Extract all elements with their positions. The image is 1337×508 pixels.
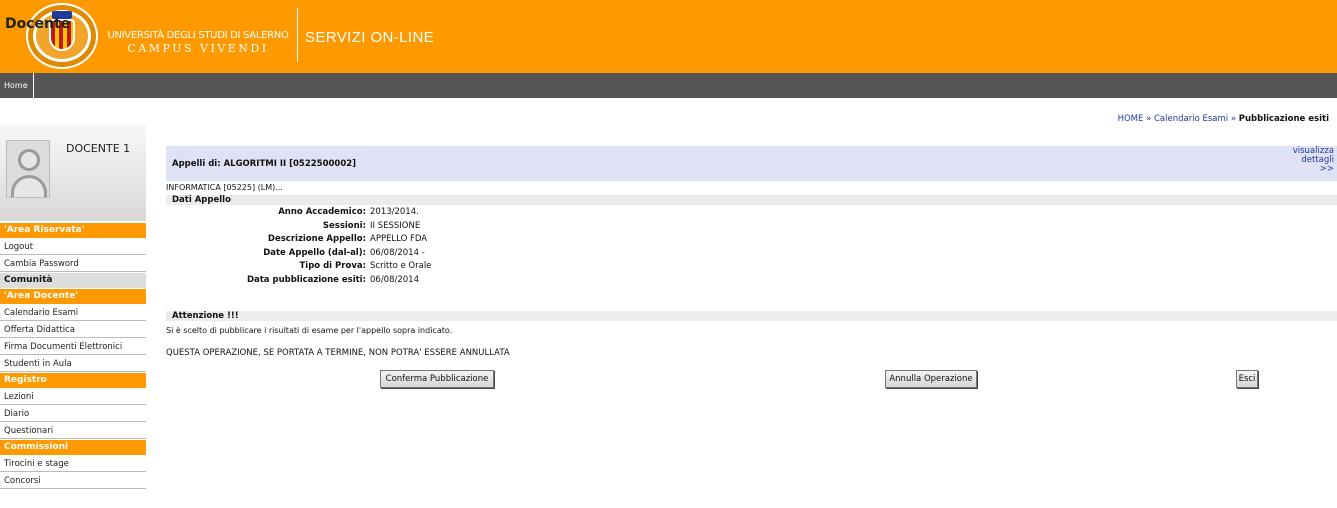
sidebar-item[interactable]: Lezioni [0, 389, 146, 405]
field-row: Tipo di Prova: Scritto e Orale [166, 260, 432, 273]
sidebar-item[interactable]: Cambia Password [0, 256, 146, 272]
top-nav-bar: Home [0, 73, 1337, 98]
attenzione-heading: Attenzione !!! [166, 311, 1337, 321]
breadcrumb-separator: » [1230, 114, 1237, 124]
field-row: Data pubblicazione esiti: 06/08/2014 [166, 274, 419, 287]
field-label: Date Appello (dal-al): [263, 247, 366, 258]
view-details-link[interactable]: visualizza dettagli >> [1293, 147, 1334, 174]
user-name: DOCENTE 1 [66, 142, 131, 155]
university-logo [26, 3, 98, 69]
field-label: Tipo di Prova: [299, 261, 367, 271]
exit-button[interactable]: Esci [1236, 370, 1258, 388]
field-row: Anno Accademico: 2013/2014. [166, 206, 419, 219]
breadcrumb: HOME » Calendario Esami » Pubblicazione … [1118, 114, 1329, 124]
appello-title: Appelli di: ALGORITMI II [0522500002] [172, 159, 357, 169]
field-row: Sessioni: II SESSIONE [166, 220, 420, 233]
field-value: 2013/2014. [370, 207, 419, 217]
breadcrumb-separator: » [1146, 114, 1152, 124]
sidebar-item[interactable]: Tirocini e stage [0, 456, 146, 472]
sidebar-title: Docente [5, 16, 71, 32]
nav-home[interactable]: Home [0, 73, 34, 98]
field-value: 06/08/2014 - [370, 247, 425, 258]
sidebar-section-header[interactable]: Comunità [0, 273, 146, 288]
sidebar-section-header: 'Area Docente' [0, 289, 146, 304]
field-label: Descrizione Appello: [267, 234, 366, 244]
field-row: Descrizione Appello: APPELLO FDA [166, 233, 427, 246]
confirm-publication-button[interactable]: Conferma Pubblicazione [380, 370, 494, 388]
field-value: 06/08/2014 [370, 274, 419, 285]
breadcrumb-current: Pubblicazione esiti [1238, 114, 1329, 124]
sidebar-section-header: 'Area Riservata' [0, 223, 146, 238]
sidebar-item[interactable]: Diario [0, 406, 146, 422]
avatar [6, 140, 50, 198]
field-value: II SESSIONE [370, 220, 421, 231]
attenzione-message: Si è scelto di pubblicare i risultati di… [166, 326, 453, 335]
field-value: APPELLO FDA [370, 234, 428, 244]
field-value: Scritto e Orale [370, 261, 432, 271]
profile-box [0, 124, 146, 221]
sidebar-item[interactable]: Concorsi [0, 473, 146, 489]
sidebar-item[interactable]: Firma Documenti Elettronici [0, 339, 146, 355]
irreversible-warning: QUESTA OPERAZIONE, SE PORTATA A TERMINE,… [166, 348, 510, 358]
site-header: UNIVERSITÀ DEGLI STUDI DI SALERNO CAMPUS… [0, 0, 1337, 73]
header-divider [297, 8, 298, 62]
field-label: Anno Accademico: [278, 207, 366, 217]
sidebar-item[interactable]: Offerta Didattica [0, 322, 146, 338]
sidebar-item[interactable]: Logout [0, 239, 146, 255]
sidebar-section-header: Commissioni [0, 440, 146, 455]
university-name: UNIVERSITÀ DEGLI STUDI DI SALERNO [107, 30, 289, 41]
sidebar-section-header: Registro [0, 373, 146, 388]
sidebar-item[interactable]: Calendario Esami [0, 305, 146, 321]
cancel-operation-button[interactable]: Annulla Operazione [885, 370, 977, 388]
university-motto: CAMPUS VIVENDI [127, 42, 269, 55]
sidebar-item[interactable]: Questionari [0, 423, 146, 439]
breadcrumb-calendario[interactable]: Calendario Esami [1154, 114, 1228, 124]
field-label: Sessioni: [322, 220, 366, 231]
dati-appello-heading: Dati Appello [166, 195, 1337, 205]
details-link-line: >> [1319, 164, 1334, 174]
field-row: Date Appello (dal-al): 06/08/2014 - [166, 247, 425, 260]
field-label: Data pubblicazione esiti: [246, 274, 366, 285]
sidebar-item[interactable]: Studenti in Aula [0, 356, 146, 372]
appello-header-bar: Appelli di: ALGORITMI II [0522500002] vi… [166, 146, 1337, 181]
breadcrumb-home[interactable]: HOME [1118, 114, 1144, 124]
section-title: SERVIZI ON-LINE [305, 29, 435, 46]
corso-label: INFORMATICA [05225] (LM)... [166, 183, 283, 192]
